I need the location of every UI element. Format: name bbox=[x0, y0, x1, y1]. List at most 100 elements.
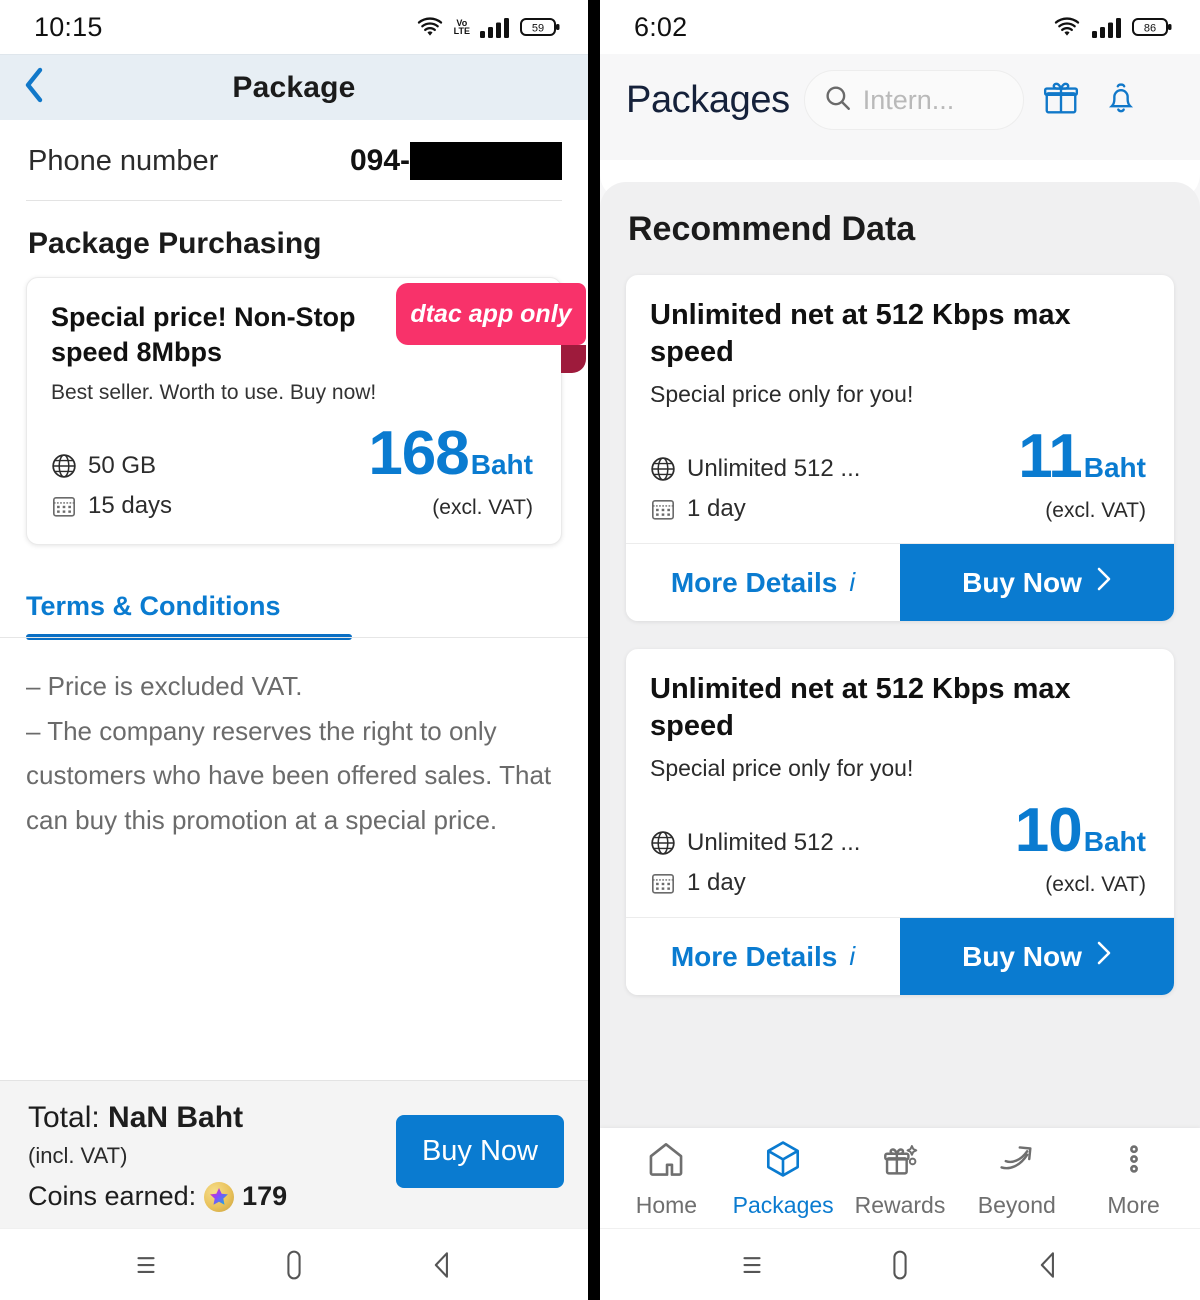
tab-beyond-label: Beyond bbox=[977, 1191, 1056, 1218]
tab-rewards[interactable]: Rewards bbox=[844, 1138, 956, 1219]
globe-icon bbox=[650, 456, 676, 482]
left-content: Phone number 094- Package Purchasing dta… bbox=[0, 120, 588, 1228]
terms-line-2: – The company reserves the right to only… bbox=[26, 715, 552, 836]
price-currency: Baht bbox=[1083, 826, 1146, 858]
tab-rewards-label: Rewards bbox=[854, 1191, 946, 1218]
page-title: Package bbox=[232, 70, 356, 104]
recents-button[interactable] bbox=[131, 1250, 161, 1280]
search-icon bbox=[823, 83, 853, 118]
feature-duration-label: 15 days bbox=[88, 491, 173, 519]
terms-tabs: Terms & Conditions bbox=[0, 591, 588, 640]
signal-bars-icon bbox=[1091, 15, 1123, 39]
chevron-right-icon bbox=[1096, 940, 1112, 973]
price-vat-note: (excl. VAT) bbox=[432, 495, 533, 519]
tab-terms-and-conditions[interactable]: Terms & Conditions bbox=[26, 591, 281, 634]
home-button[interactable] bbox=[885, 1248, 915, 1282]
tab-packages-label: Packages bbox=[732, 1191, 834, 1218]
section-title-package-purchasing: Package Purchasing bbox=[28, 227, 322, 260]
price-vat-note: (excl. VAT) bbox=[1045, 873, 1146, 897]
terms-body: – Price is excluded VAT. – The company r… bbox=[0, 638, 588, 843]
svg-text:86: 86 bbox=[1144, 22, 1156, 34]
package-features: Unlimited 512 ... 1 day bbox=[650, 455, 860, 523]
buy-now-button[interactable]: Buy Now bbox=[900, 918, 1174, 996]
bell-icon bbox=[1102, 79, 1140, 122]
notifications-button[interactable] bbox=[1098, 79, 1144, 122]
feature-duration-label: 1 day bbox=[687, 869, 746, 897]
tab-home-label: Home bbox=[635, 1191, 698, 1218]
price-line: 10 Baht bbox=[1014, 796, 1146, 866]
wifi-icon bbox=[1052, 15, 1082, 39]
home-button[interactable] bbox=[279, 1248, 309, 1282]
wifi-icon bbox=[415, 15, 445, 39]
status-time: 10:15 bbox=[34, 11, 103, 42]
package-subtitle: Special price only for you! bbox=[650, 381, 914, 408]
info-icon: i bbox=[849, 567, 856, 598]
tab-more[interactable]: More bbox=[1078, 1138, 1190, 1219]
package-card-bottom: Unlimited 512 ... 1 day bbox=[650, 422, 1150, 523]
package-price-block: 11 Baht (excl. VAT) bbox=[1018, 422, 1150, 523]
package-card[interactable]: Unlimited net at 512 Kbps max speed Spec… bbox=[626, 649, 1174, 996]
gift-button[interactable] bbox=[1038, 79, 1084, 122]
package-card-body: Unlimited net at 512 Kbps max speed Spec… bbox=[626, 649, 1174, 917]
dots-vertical-icon bbox=[1113, 1138, 1155, 1186]
packages-content: Recommend Data Unlimited net at 512 Kbps… bbox=[600, 182, 1200, 1228]
feature-data: 50 GB bbox=[51, 452, 172, 480]
feature-duration: 15 days bbox=[51, 492, 172, 520]
feature-duration-label: 1 day bbox=[687, 495, 746, 523]
calendar-icon bbox=[51, 493, 77, 519]
package-card[interactable]: dtac app only Special price! Non-Stop sp… bbox=[26, 277, 586, 545]
price-line: 168 Baht bbox=[368, 423, 533, 485]
more-details-button[interactable]: More Details i bbox=[626, 918, 900, 996]
tab-beyond[interactable]: Beyond bbox=[961, 1138, 1073, 1219]
back-button[interactable] bbox=[14, 66, 54, 110]
price-currency: Baht bbox=[470, 449, 533, 481]
back-nav-button[interactable] bbox=[427, 1249, 457, 1281]
price-amount: 10 bbox=[1014, 796, 1083, 866]
chevron-right-icon bbox=[1096, 566, 1112, 599]
globe-icon bbox=[650, 830, 676, 856]
package-price-block: 10 Baht (excl. VAT) bbox=[1014, 796, 1150, 897]
swoosh-arrow-icon bbox=[996, 1138, 1038, 1186]
package-card-bottom: Unlimited 512 ... 1 day bbox=[650, 796, 1150, 897]
coins-earned-label: Coins earned: bbox=[28, 1181, 197, 1211]
globe-icon bbox=[51, 453, 77, 479]
buy-now-button[interactable]: Buy Now bbox=[395, 1115, 564, 1188]
feature-data-label: Unlimited 512 ... bbox=[687, 829, 861, 857]
feature-data: Unlimited 512 ... bbox=[650, 455, 860, 483]
search-input[interactable]: Intern... bbox=[803, 70, 1024, 130]
package-subtitle: Special price only for you! bbox=[650, 755, 914, 782]
recents-button[interactable] bbox=[737, 1250, 767, 1280]
right-app-shell: Packages Intern... Recommend Data Unlimi… bbox=[600, 54, 1200, 1228]
home-icon bbox=[645, 1138, 687, 1186]
right-android-nav-bar bbox=[600, 1228, 1200, 1300]
package-price-block: 168 Baht (excl. VAT) bbox=[368, 423, 537, 520]
price-amount: 11 bbox=[1018, 422, 1083, 492]
more-details-button[interactable]: More Details i bbox=[626, 544, 900, 622]
feature-data-label: 50 GB bbox=[88, 451, 157, 479]
feature-data-label: Unlimited 512 ... bbox=[687, 455, 861, 483]
calendar-icon bbox=[650, 870, 676, 896]
buy-now-button[interactable]: Buy Now bbox=[900, 544, 1174, 622]
package-card[interactable]: Unlimited net at 512 Kbps max speed Spec… bbox=[626, 275, 1174, 622]
phone-number-label: Phone number bbox=[28, 145, 219, 177]
tab-home[interactable]: Home bbox=[610, 1138, 722, 1219]
buy-now-label: Buy Now bbox=[962, 566, 1082, 598]
left-android-nav-bar bbox=[0, 1228, 588, 1300]
package-features: 50 GB 15 days bbox=[51, 452, 172, 520]
feature-duration: 1 day bbox=[650, 869, 860, 897]
total-bottom-bar: Total: NaN Baht (incl. VAT) Coins earned… bbox=[0, 1080, 588, 1228]
phone-number-value: 094- bbox=[350, 142, 562, 180]
chevron-left-icon bbox=[23, 67, 45, 108]
info-icon: i bbox=[849, 941, 856, 972]
left-app-bar: Package bbox=[0, 54, 588, 120]
package-card-actions: More Details i Buy Now bbox=[626, 917, 1174, 996]
ribbon-fold bbox=[561, 345, 586, 373]
coins-earned-value: 179 bbox=[242, 1181, 288, 1211]
svg-text:59: 59 bbox=[532, 22, 544, 34]
terms-line-1: – Price is excluded VAT. bbox=[26, 670, 303, 701]
back-nav-button[interactable] bbox=[1033, 1249, 1063, 1281]
tab-packages[interactable]: Packages bbox=[727, 1138, 839, 1219]
search-placeholder: Intern... bbox=[862, 84, 955, 115]
cube-icon bbox=[762, 1138, 804, 1186]
signal-bars-icon bbox=[479, 15, 511, 39]
